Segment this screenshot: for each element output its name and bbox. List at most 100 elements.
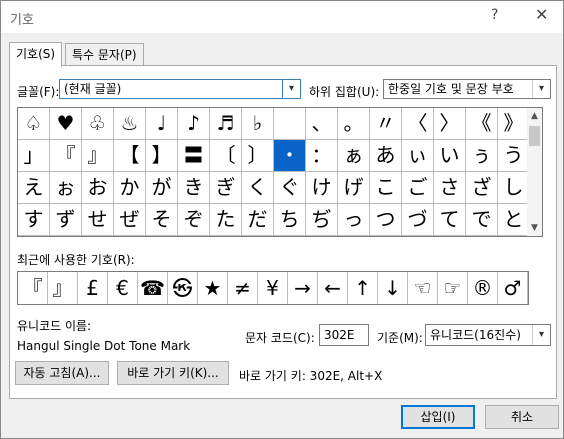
symbol-cell[interactable]: ♤ <box>18 108 50 140</box>
symbol-cell[interactable]: ： <box>306 140 338 172</box>
symbol-cell[interactable]: ♧ <box>82 108 114 140</box>
symbol-cell[interactable]: 」 <box>18 140 50 172</box>
symbol-cell[interactable]: ざ <box>466 172 498 204</box>
tab-special-characters[interactable]: 특수 문자(P) <box>65 43 144 66</box>
symbol-cell[interactable]: か <box>114 172 146 204</box>
symbol-cell[interactable]: ぁ <box>338 140 370 172</box>
symbol-grid-scrollbar[interactable]: ▲ ▼ <box>527 107 543 237</box>
recent-symbol-cell[interactable]: € <box>108 272 138 304</box>
subset-select[interactable]: 한중일 기호 및 문장 부호 ▾ <box>383 79 551 99</box>
symbol-cell[interactable]: く <box>242 172 274 204</box>
symbol-cell[interactable]: え <box>18 172 50 204</box>
symbol-cell[interactable]: 〃 <box>370 108 402 140</box>
symbol-cell[interactable]: 〕 <box>242 140 274 172</box>
symbol-cell[interactable]: ♨ <box>114 108 146 140</box>
help-icon[interactable]: ? <box>491 7 498 23</box>
symbol-cell[interactable]: 『 <box>50 140 82 172</box>
symbol-cell[interactable]: ♬ <box>210 108 242 140</box>
char-code-input[interactable]: 302E <box>319 324 369 346</box>
recent-symbol-cell[interactable]: ≠ <box>228 272 258 304</box>
symbol-cell[interactable]: ぎ <box>210 172 242 204</box>
symbol-cell[interactable]: ち <box>274 204 306 236</box>
symbol-cell[interactable]: と <box>498 204 530 236</box>
symbol-cell[interactable]: ぞ <box>178 204 210 236</box>
chevron-down-icon[interactable]: ▾ <box>532 325 550 345</box>
symbol-cell[interactable]: つ <box>370 204 402 236</box>
scroll-down-icon[interactable]: ▼ <box>527 220 542 236</box>
insert-button[interactable]: 삽입(I) <box>401 405 475 429</box>
symbol-cell[interactable]: 〔 <box>210 140 242 172</box>
symbol-cell[interactable]: ♭ <box>242 108 274 140</box>
symbol-cell[interactable]: ぃ <box>402 140 434 172</box>
symbol-cell[interactable]: だ <box>242 204 274 236</box>
symbol-cell[interactable]: ・ <box>274 140 306 172</box>
symbol-cell[interactable]: ご <box>402 172 434 204</box>
recent-symbols[interactable]: 『』 £ € ☎ ㉿ ★ ≠ ¥ → ← ↑ ↓ ☜ ☞ ® ♂ <box>17 271 529 305</box>
symbol-grid[interactable]: ♤♥♧♨♩♪♬♭、。〃〈〉《》「」『』【】〓〔〕・：ぁあぃいぅうぇえぉおかがきぎ… <box>17 107 543 237</box>
symbol-cell[interactable]: 【 <box>114 140 146 172</box>
scroll-up-icon[interactable]: ▲ <box>527 108 542 124</box>
recent-symbol-cell[interactable]: 『 <box>18 272 48 304</box>
symbol-cell[interactable]: 〉 <box>434 108 466 140</box>
autocorrect-button[interactable]: 자동 고침(A)... <box>15 361 109 385</box>
symbol-cell[interactable]: 。 <box>338 108 370 140</box>
symbol-cell[interactable]: っ <box>338 204 370 236</box>
symbol-cell[interactable]: た <box>210 204 242 236</box>
symbol-cell[interactable]: で <box>466 204 498 236</box>
recent-symbol-cell[interactable]: ㉿ <box>168 272 198 304</box>
cancel-button[interactable]: 취소 <box>485 405 559 429</box>
symbol-cell[interactable]: が <box>146 172 178 204</box>
symbol-cell[interactable]: ♪ <box>178 108 210 140</box>
chevron-down-icon[interactable]: ▾ <box>532 80 550 98</box>
recent-symbol-cell[interactable]: ↓ <box>378 272 408 304</box>
symbol-cell[interactable]: 』 <box>82 140 114 172</box>
symbol-cell[interactable]: 】 <box>146 140 178 172</box>
shortcut-key-button[interactable]: 바로 가기 키(K)... <box>117 361 229 385</box>
symbol-cell[interactable]: ず <box>50 204 82 236</box>
font-select[interactable]: (현재 글꼴) ▾ <box>59 79 301 99</box>
tab-symbols[interactable]: 기호(S) <box>9 42 63 67</box>
recent-symbol-cell[interactable]: ★ <box>198 272 228 304</box>
symbol-cell[interactable]: づ <box>402 204 434 236</box>
recent-symbol-cell[interactable]: ♂ <box>498 272 528 304</box>
symbol-cell[interactable]: て <box>434 204 466 236</box>
symbol-cell[interactable]: さ <box>434 172 466 204</box>
symbol-cell[interactable]: ♥ <box>50 108 82 140</box>
symbol-cell[interactable]: す <box>18 204 50 236</box>
symbol-cell[interactable] <box>274 108 306 140</box>
symbol-cell[interactable]: せ <box>82 204 114 236</box>
recent-symbol-cell[interactable]: → <box>288 272 318 304</box>
recent-symbol-cell[interactable]: ☞ <box>438 272 468 304</box>
base-select[interactable]: 유니코드(16진수) ▾ <box>425 324 551 346</box>
recent-symbol-cell[interactable]: ← <box>318 272 348 304</box>
chevron-down-icon[interactable]: ▾ <box>282 80 300 98</box>
symbol-cell[interactable]: 、 <box>306 108 338 140</box>
symbol-cell[interactable]: ぐ <box>274 172 306 204</box>
symbol-cell[interactable]: お <box>82 172 114 204</box>
recent-symbol-cell[interactable]: £ <box>78 272 108 304</box>
symbol-cell[interactable]: ぅ <box>466 140 498 172</box>
symbol-cell[interactable]: 〓 <box>178 140 210 172</box>
symbol-cell[interactable]: ぢ <box>306 204 338 236</box>
recent-symbol-cell[interactable]: ® <box>468 272 498 304</box>
symbol-cell[interactable]: う <box>498 140 530 172</box>
symbol-cell[interactable]: き <box>178 172 210 204</box>
symbol-cell[interactable]: げ <box>338 172 370 204</box>
recent-symbol-cell[interactable]: ↑ <box>348 272 378 304</box>
symbol-cell[interactable]: け <box>306 172 338 204</box>
scroll-thumb[interactable] <box>529 126 540 146</box>
symbol-cell[interactable]: 《 <box>466 108 498 140</box>
symbol-cell[interactable]: ぜ <box>114 204 146 236</box>
recent-symbol-cell[interactable]: ¥ <box>258 272 288 304</box>
symbol-cell[interactable]: し <box>498 172 530 204</box>
symbol-cell[interactable]: い <box>434 140 466 172</box>
symbol-cell[interactable]: あ <box>370 140 402 172</box>
symbol-cell[interactable]: 》 <box>498 108 530 140</box>
recent-symbol-cell[interactable]: ☜ <box>408 272 438 304</box>
symbol-cell[interactable]: こ <box>370 172 402 204</box>
symbol-cell[interactable]: ぉ <box>50 172 82 204</box>
symbol-cell[interactable]: そ <box>146 204 178 236</box>
recent-symbol-cell[interactable]: ☎ <box>138 272 168 304</box>
recent-symbol-cell[interactable]: 』 <box>48 272 78 304</box>
symbol-cell[interactable]: ♩ <box>146 108 178 140</box>
